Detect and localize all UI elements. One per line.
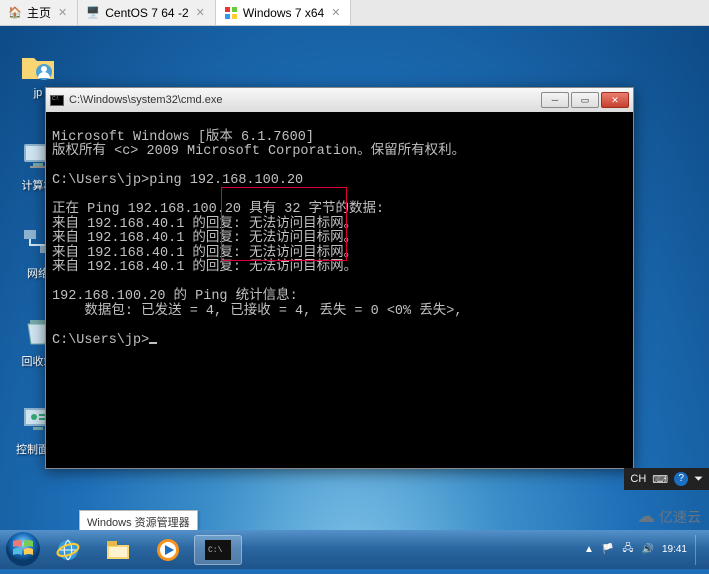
taskbar-cmd[interactable]: C:\: [194, 535, 242, 565]
tooltip-text: Windows 资源管理器: [87, 517, 190, 529]
cmd-line: 数据包: 已发送 = 4, 已接收 = 4, 丢失 = 0 <0% 丢失>,: [52, 304, 462, 319]
chevron-down-icon[interactable]: ⏷: [694, 473, 703, 486]
maximize-button[interactable]: ▭: [571, 92, 599, 108]
tray-chevron-icon[interactable]: ▲: [584, 544, 594, 555]
cmd-window[interactable]: C:\Windows\system32\cmd.exe ─ ▭ ✕ Micros…: [45, 87, 634, 469]
tab-label: CentOS 7 64 -2: [105, 6, 188, 20]
ime-icon[interactable]: ⌨: [652, 473, 668, 486]
taskbar-media-player[interactable]: [144, 535, 192, 565]
cmd-output[interactable]: Microsoft Windows [版本 6.1.7600] 版权所有 <c>…: [46, 112, 633, 381]
taskbar-explorer[interactable]: [94, 535, 142, 565]
cmd-line: 192.168.100.20 的 Ping 统计信息:: [52, 289, 298, 304]
vm-tab-bar: 🏠 主页 ✕ 🖥️ CentOS 7 64 -2 ✕ Windows 7 x64…: [0, 0, 709, 26]
cloud-icon: ☁: [637, 506, 655, 527]
lang-indicator[interactable]: CH: [630, 473, 646, 485]
folder-user-icon: [20, 48, 56, 84]
close-icon[interactable]: ✕: [329, 6, 342, 19]
taskbar: C:\ ▲ 🏳️ 🖧 🔊 19:41: [0, 530, 709, 569]
help-icon[interactable]: ?: [674, 472, 688, 486]
show-desktop-button[interactable]: [695, 535, 703, 565]
tab-label: 主页: [27, 4, 51, 21]
action-center-icon[interactable]: 🏳️: [602, 544, 614, 555]
clock[interactable]: 19:41: [662, 544, 687, 556]
start-button[interactable]: [3, 529, 43, 569]
volume-icon[interactable]: 🔊: [642, 544, 654, 555]
tooltip: Windows 资源管理器: [79, 510, 198, 530]
minimize-button[interactable]: ─: [541, 92, 569, 108]
watermark: ☁ 亿速云: [637, 506, 701, 527]
cmd-prompt: C:\Users\jp>: [52, 333, 149, 348]
vm-icon: 🖥️: [86, 6, 100, 20]
language-bar[interactable]: CH ⌨ ? ⏷: [624, 468, 709, 490]
tab-centos[interactable]: 🖥️ CentOS 7 64 -2 ✕: [78, 0, 216, 25]
system-tray: ▲ 🏳️ 🖧 🔊 19:41: [578, 535, 709, 565]
taskbar-ie[interactable]: [44, 535, 92, 565]
cmd-line: Microsoft Windows [版本 6.1.7600]: [52, 130, 314, 145]
cmd-title-text: C:\Windows\system32\cmd.exe: [69, 94, 222, 106]
tab-home[interactable]: 🏠 主页 ✕: [0, 0, 78, 25]
network-tray-icon[interactable]: 🖧: [622, 541, 633, 558]
cmd-line: C:\Users\jp>ping 192.168.100.20: [52, 173, 303, 188]
cmd-line: 版权所有 <c> 2009 Microsoft Corporation。保留所有…: [52, 144, 465, 159]
tab-label: Windows 7 x64: [243, 6, 324, 20]
desktop[interactable]: jp 计算机 网络 回收站 控制面板 C:\Windows\system32\c…: [0, 26, 709, 530]
svg-text:C:\: C:\: [208, 546, 223, 555]
time-text: 19:41: [662, 544, 687, 556]
home-icon: 🏠: [8, 6, 22, 20]
cmd-icon: [50, 95, 64, 106]
watermark-text: 亿速云: [659, 507, 701, 527]
cmd-line: 来自 192.168.40.1 的回复: 无法访问目标网。: [52, 260, 357, 275]
tab-windows7[interactable]: Windows 7 x64 ✕: [216, 0, 352, 25]
cursor: [149, 342, 157, 344]
close-icon[interactable]: ✕: [194, 6, 207, 19]
highlight-box: [221, 187, 347, 261]
cmd-titlebar[interactable]: C:\Windows\system32\cmd.exe ─ ▭ ✕: [46, 88, 633, 112]
windows-icon: [224, 6, 238, 20]
close-icon[interactable]: ✕: [56, 6, 69, 19]
close-button[interactable]: ✕: [601, 92, 629, 108]
